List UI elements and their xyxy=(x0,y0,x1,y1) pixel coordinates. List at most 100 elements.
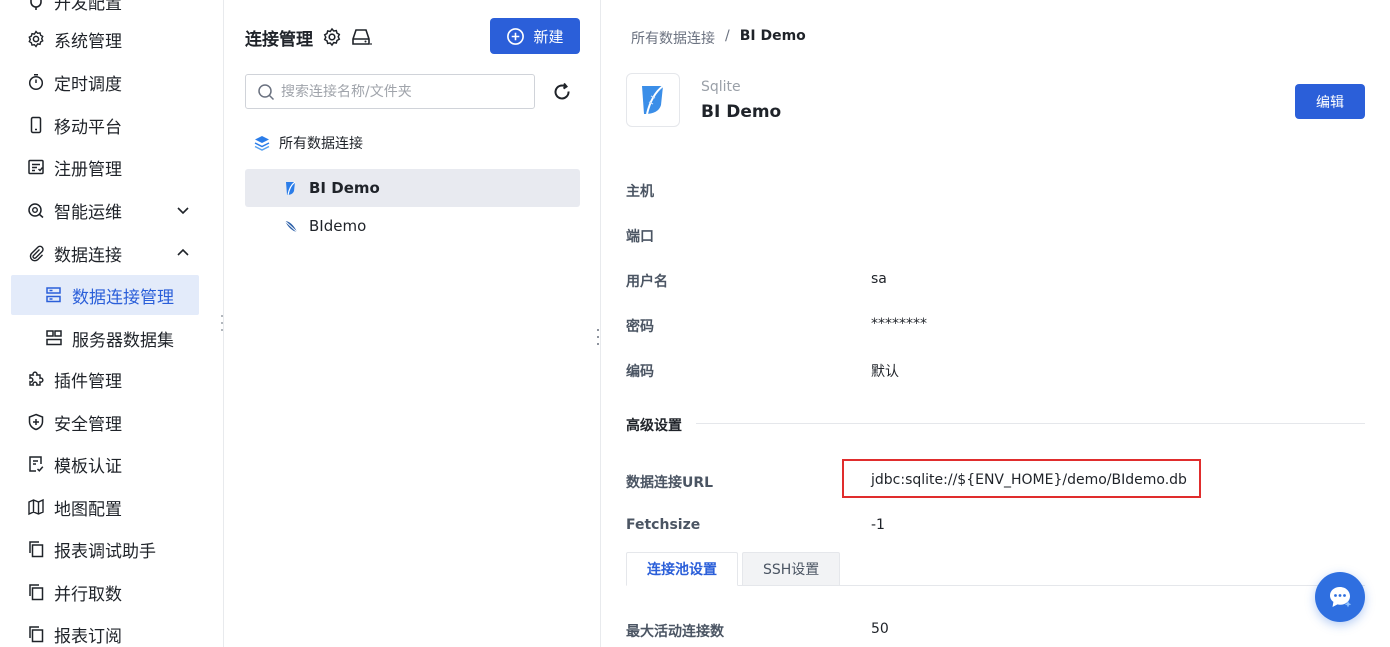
monitor-icon xyxy=(26,201,45,220)
copy-icon xyxy=(26,540,45,559)
max-active-value: 50 xyxy=(871,621,889,637)
stopwatch-icon xyxy=(26,73,45,92)
fetchsize-value: -1 xyxy=(871,517,885,533)
nav-label: 并行取数 xyxy=(54,584,122,605)
nav-item-dev-config[interactable]: 开发配置 xyxy=(11,0,199,21)
chevron-down-icon xyxy=(177,207,189,215)
db-logo xyxy=(626,73,680,127)
nav-item-security[interactable]: 安全管理 xyxy=(11,402,199,442)
nav-item-map-config[interactable]: 地图配置 xyxy=(11,487,199,527)
breadcrumb-current: BI Demo xyxy=(739,28,806,44)
sqlite-feather-icon xyxy=(286,181,296,196)
nav-label: 移动平台 xyxy=(54,117,122,138)
nav-item-system[interactable]: 系统管理 xyxy=(11,19,199,59)
username-label: 用户名 xyxy=(626,274,668,290)
plus-circle-icon xyxy=(507,27,525,45)
search-icon xyxy=(258,83,275,100)
encoding-label: 编码 xyxy=(626,364,654,380)
connection-panel: 连接管理 新建 所有数据连接 BI Demo BIdemo xyxy=(225,0,601,647)
copy-icon xyxy=(26,583,45,602)
nav-label: 数据连接管理 xyxy=(72,287,174,308)
nav-item-template-cert[interactable]: 模板认证 xyxy=(11,444,199,484)
gear-icon xyxy=(26,30,45,49)
register-icon xyxy=(26,158,45,177)
tab-ssh-settings[interactable]: SSH设置 xyxy=(742,552,841,586)
nav-item-data-connection-manage[interactable]: 数据连接管理 xyxy=(11,275,199,315)
nav-item-register[interactable]: 注册管理 xyxy=(11,147,199,187)
password-label: 密码 xyxy=(626,319,654,335)
tree-item-label: BI Demo xyxy=(309,179,380,197)
fetchsize-label: Fetchsize xyxy=(626,517,701,533)
password-value: ******** xyxy=(871,316,927,332)
tree-root-label: 所有数据连接 xyxy=(279,136,363,152)
advanced-settings-title: 高级设置 xyxy=(626,418,682,434)
sqlite-feather-icon xyxy=(284,220,298,233)
shield-icon xyxy=(26,413,45,432)
chevron-up-icon xyxy=(177,248,189,256)
new-button-label: 新建 xyxy=(533,27,564,46)
breadcrumb: 所有数据连接 / BI Demo xyxy=(631,28,806,48)
template-icon xyxy=(26,455,45,474)
nav-label: 地图配置 xyxy=(54,499,122,520)
edit-button[interactable]: 编辑 xyxy=(1295,84,1365,119)
drive-icon[interactable] xyxy=(351,27,373,47)
breadcrumb-root[interactable]: 所有数据连接 xyxy=(631,28,715,48)
tree-item-bi-demo[interactable]: BI Demo xyxy=(245,169,580,207)
breadcrumb-separator: / xyxy=(725,28,730,44)
paperclip-icon xyxy=(26,244,45,263)
tab-pool-settings[interactable]: 连接池设置 xyxy=(626,552,738,586)
url-value: jdbc:sqlite://${ENV_HOME}/demo/BIdemo.db xyxy=(871,472,1187,488)
section-divider xyxy=(696,423,1365,424)
nav-item-report-subscribe[interactable]: 报表订阅 xyxy=(11,614,199,647)
tree-root[interactable]: 所有数据连接 xyxy=(253,131,363,155)
new-connection-button[interactable]: 新建 xyxy=(490,18,580,54)
mobile-icon xyxy=(26,116,45,135)
nav-item-server-dataset[interactable]: 服务器数据集 xyxy=(11,318,199,358)
nav-label: 开发配置 xyxy=(54,0,122,14)
gear-icon[interactable] xyxy=(322,27,342,47)
search-input[interactable] xyxy=(281,83,511,100)
username-value: sa xyxy=(871,271,887,287)
db-type: Sqlite xyxy=(701,79,741,95)
copy-icon xyxy=(26,625,45,644)
nav-item-ops[interactable]: 智能运维 xyxy=(11,190,199,230)
tree-item-label: BIdemo xyxy=(309,217,367,235)
dataset-icon xyxy=(44,329,63,348)
nav-item-parallel-fetch[interactable]: 并行取数 xyxy=(11,572,199,612)
nav-item-schedule[interactable]: 定时调度 xyxy=(11,62,199,102)
map-icon xyxy=(26,498,45,517)
nav-label: 服务器数据集 xyxy=(72,330,174,351)
db-name: BI Demo xyxy=(701,102,782,122)
plug-icon xyxy=(26,0,45,11)
nav-label: 数据连接 xyxy=(54,245,122,266)
url-label: 数据连接URL xyxy=(626,475,714,491)
puzzle-icon xyxy=(26,370,45,389)
tree-item-bidemo[interactable]: BIdemo xyxy=(245,207,580,245)
nav-label: 报表调试助手 xyxy=(54,541,156,562)
host-label: 主机 xyxy=(626,184,654,200)
connection-detail: 所有数据连接 / BI Demo Sqlite BI Demo 编辑 主机 端口… xyxy=(601,0,1390,647)
encoding-value: 默认 xyxy=(871,364,899,380)
search-box[interactable] xyxy=(245,74,535,109)
side-nav: 开发配置 系统管理 定时调度 移动平台 注册管理 智能运维 数据连接 数据连接管… xyxy=(0,0,224,647)
nav-item-data-connection[interactable]: 数据连接 xyxy=(11,233,199,273)
chat-bubble-icon xyxy=(1330,587,1352,608)
nav-label: 注册管理 xyxy=(54,159,122,180)
nav-label: 报表订阅 xyxy=(54,626,122,647)
nav-label: 智能运维 xyxy=(54,202,122,223)
panel-title: 连接管理 xyxy=(245,30,313,50)
nav-label: 插件管理 xyxy=(54,371,122,392)
nav-item-report-debug[interactable]: 报表调试助手 xyxy=(11,529,199,569)
sqlite-feather-icon xyxy=(642,85,664,115)
datasource-icon xyxy=(44,286,63,305)
nav-label: 模板认证 xyxy=(54,456,122,477)
refresh-icon[interactable] xyxy=(552,82,572,102)
scrollbar[interactable] xyxy=(1385,0,1390,647)
nav-label: 定时调度 xyxy=(54,74,122,95)
port-label: 端口 xyxy=(626,229,654,245)
nav-item-mobile[interactable]: 移动平台 xyxy=(11,105,199,145)
layers-icon xyxy=(254,136,270,151)
nav-item-plugins[interactable]: 插件管理 xyxy=(11,359,199,399)
nav-label: 安全管理 xyxy=(54,414,122,435)
chat-assistant-button[interactable] xyxy=(1315,572,1365,622)
